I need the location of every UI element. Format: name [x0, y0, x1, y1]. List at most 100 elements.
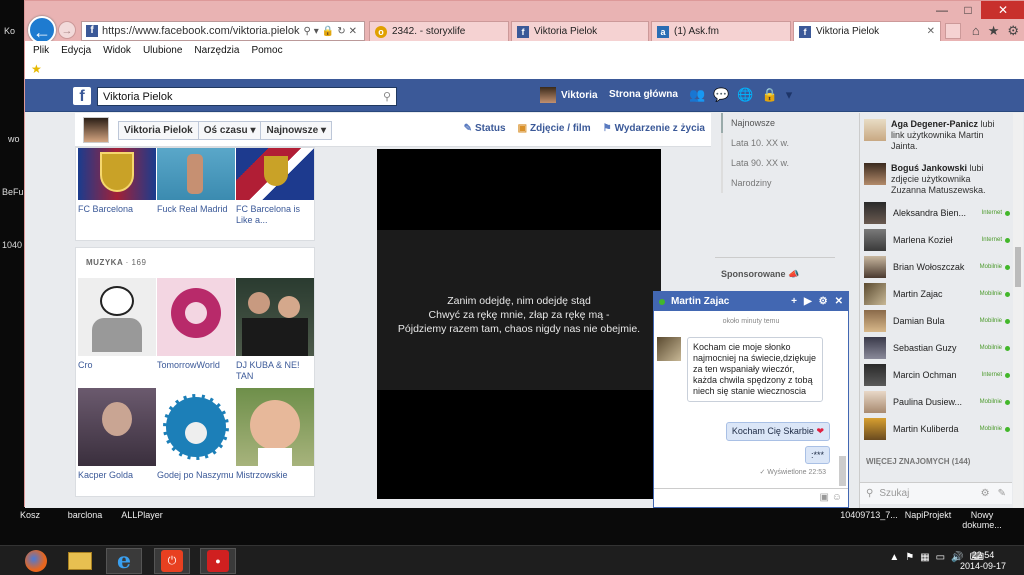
contact-row[interactable]: Paulina Dusiew... Mobilnie: [864, 390, 1010, 414]
contact-row[interactable]: Sebastian Guzy Mobilnie: [864, 336, 1010, 360]
more-friends-heading[interactable]: WIĘCEJ ZNAJOMYCH (144): [866, 457, 970, 466]
tab-close-icon[interactable]: ✕: [927, 26, 935, 37]
home-icon[interactable]: ⌂: [972, 23, 980, 39]
contact-row[interactable]: Aleksandra Bien... Internet: [864, 201, 1010, 225]
contact-row[interactable]: Marcin Ochman Internet: [864, 363, 1010, 387]
network-icon[interactable]: ▦: [920, 552, 929, 563]
address-bar-icons[interactable]: ⚲▾🔒↻✕: [303, 26, 360, 37]
like-caption[interactable]: Fuck Real Madrid: [157, 204, 235, 215]
ie-taskbar-button[interactable]: e: [106, 548, 142, 574]
life-event-button[interactable]: ⚑ Wydarzenie z życia: [603, 123, 705, 134]
app-taskbar-button[interactable]: ⏻: [154, 548, 190, 574]
music-item[interactable]: TomorrowWorld: [157, 278, 235, 371]
new-tab-button[interactable]: [945, 23, 961, 39]
add-favorite-icon[interactable]: ★: [31, 62, 42, 76]
menu-item[interactable]: Plik: [33, 45, 49, 56]
desktop-label[interactable]: BeFu: [2, 187, 24, 197]
scrollbar-thumb[interactable]: [1015, 247, 1021, 287]
desktop-icon-allplayer[interactable]: ALLPlayer: [112, 510, 172, 520]
music-item[interactable]: DJ KUBA & NE! TAN: [236, 278, 314, 382]
url-text[interactable]: https://www.facebook.com/viktoria.pielok: [102, 25, 303, 37]
browser-tab[interactable]: o 2342. - storyxlife: [369, 21, 509, 41]
menu-item[interactable]: Narzędzia: [194, 45, 239, 56]
maximize-button[interactable]: □: [955, 1, 981, 19]
add-friend-icon[interactable]: +: [791, 296, 797, 307]
music-item[interactable]: Godej po Naszymu: [157, 388, 235, 481]
scrubber-item[interactable]: Najnowsze: [721, 113, 831, 133]
search-input[interactable]: Viktoria Pielok ⚲: [97, 87, 397, 106]
music-caption[interactable]: Kacper Golda: [78, 470, 156, 481]
sidebar-search[interactable]: ⚲ Szukaj ⚙ ✎: [860, 482, 1012, 504]
contact-row[interactable]: Damian Bula Mobilnie: [864, 309, 1010, 333]
menu-item[interactable]: Pomoc: [251, 45, 282, 56]
like-caption[interactable]: FC Barcelona: [78, 204, 156, 215]
close-icon[interactable]: ✕: [835, 296, 843, 307]
ticker-item[interactable]: Boguś Jankowski lubi zdjęcie użytkownika…: [864, 163, 1008, 196]
desktop-icon-napiprojekt[interactable]: NapiProjekt: [900, 510, 956, 520]
notifications-globe-icon[interactable]: 🌐: [737, 87, 753, 103]
music-item[interactable]: Mistrzowskie: [236, 388, 314, 481]
scrubber-item[interactable]: Lata 90. XX w.: [721, 153, 831, 173]
scrubber-item[interactable]: Lata 10. XX w.: [721, 133, 831, 153]
sort-select[interactable]: Najnowsze ▾: [261, 122, 331, 139]
music-caption[interactable]: TomorrowWorld: [157, 360, 235, 371]
desktop-icon-recycle-bin[interactable]: Kosz: [10, 510, 50, 520]
chat-scrollbar[interactable]: [839, 456, 846, 486]
like-item[interactable]: FC Barcelona is Like a...: [236, 148, 314, 226]
browser-tab[interactable]: f Viktoria Pielok: [511, 21, 649, 41]
sidebar-search-placeholder[interactable]: Szukaj: [879, 488, 909, 499]
home-link[interactable]: Strona główna: [609, 89, 678, 100]
contact-row[interactable]: Brian Wołoszczak Mobilnie: [864, 255, 1010, 279]
desktop-label[interactable]: wo: [8, 134, 20, 144]
music-item[interactable]: Kacper Golda: [78, 388, 156, 481]
page-scrollbar[interactable]: [1013, 113, 1023, 508]
profile-avatar[interactable]: [83, 117, 109, 143]
video-call-icon[interactable]: ▶: [804, 296, 812, 307]
battery-icon[interactable]: ▭: [936, 552, 945, 563]
scrubber-item[interactable]: Narodziny: [721, 173, 831, 193]
clock[interactable]: 22:54 2014-09-17: [960, 550, 1006, 572]
search-icon[interactable]: ⚲: [383, 90, 391, 103]
music-caption[interactable]: Godej po Naszymu: [157, 470, 235, 481]
photo-post[interactable]: Zanim odejdę, nim odejdę stąd Chwyć za r…: [377, 149, 661, 499]
friend-requests-icon[interactable]: 👥: [689, 87, 705, 103]
firefox-taskbar-button[interactable]: [18, 548, 54, 574]
app-taskbar-button[interactable]: ●: [200, 548, 236, 574]
contact-row[interactable]: Martin Kuliberda Mobilnie: [864, 417, 1010, 441]
privacy-lock-icon[interactable]: 🔒: [762, 87, 778, 103]
music-title[interactable]: MUZYKA · 169: [86, 258, 146, 267]
contact-row[interactable]: Marlena Kozieł Internet: [864, 228, 1010, 252]
contact-row[interactable]: Martin Zajac Mobilnie: [864, 282, 1010, 306]
search-value[interactable]: Viktoria Pielok: [103, 91, 383, 103]
address-bar[interactable]: f https://www.facebook.com/viktoria.piel…: [81, 21, 365, 41]
timeline-name[interactable]: Viktoria Pielok: [119, 122, 199, 139]
camera-icon[interactable]: ▣: [820, 492, 829, 503]
minimize-button[interactable]: —: [929, 1, 955, 19]
browser-tab-active[interactable]: f Viktoria Pielok ✕: [793, 21, 941, 41]
explorer-taskbar-button[interactable]: [62, 548, 98, 574]
messages-icon[interactable]: 💬: [713, 87, 729, 103]
desktop-label[interactable]: 1040: [2, 240, 22, 250]
desktop-icon-barclona[interactable]: barclona: [60, 510, 110, 520]
chat-header[interactable]: Martin Zajac + ▶ ⚙ ✕: [654, 292, 848, 311]
like-caption[interactable]: FC Barcelona is Like a...: [236, 204, 314, 226]
favorites-star-icon[interactable]: ★: [988, 23, 1000, 39]
menu-item[interactable]: Edycja: [61, 45, 91, 56]
browser-tab[interactable]: a (1) Ask.fm: [651, 21, 791, 41]
ticker-item[interactable]: Aga Degener-Panicz lubi link użytkownika…: [864, 119, 1008, 152]
facebook-logo-icon[interactable]: f: [73, 87, 91, 105]
photo-button[interactable]: ▣ Zdjęcie / film: [518, 123, 591, 134]
desktop-icon-new-doc[interactable]: Nowy dokume...: [960, 510, 1004, 530]
close-button[interactable]: ✕: [981, 1, 1024, 19]
chat-input[interactable]: ▣ ☺: [654, 488, 848, 508]
music-item[interactable]: Cro: [78, 278, 156, 371]
flag-icon[interactable]: ⚑: [905, 552, 914, 563]
chat-contact-name[interactable]: Martin Zajac: [671, 296, 729, 307]
status-button[interactable]: ✎ Status: [464, 123, 506, 134]
profile-link[interactable]: Viktoria: [540, 87, 598, 103]
like-item[interactable]: Fuck Real Madrid: [157, 148, 235, 215]
desktop-label[interactable]: Ko: [4, 26, 15, 36]
menu-item[interactable]: Ulubione: [143, 45, 182, 56]
like-item[interactable]: FC Barcelona: [78, 148, 156, 215]
forward-button[interactable]: →: [58, 21, 76, 39]
